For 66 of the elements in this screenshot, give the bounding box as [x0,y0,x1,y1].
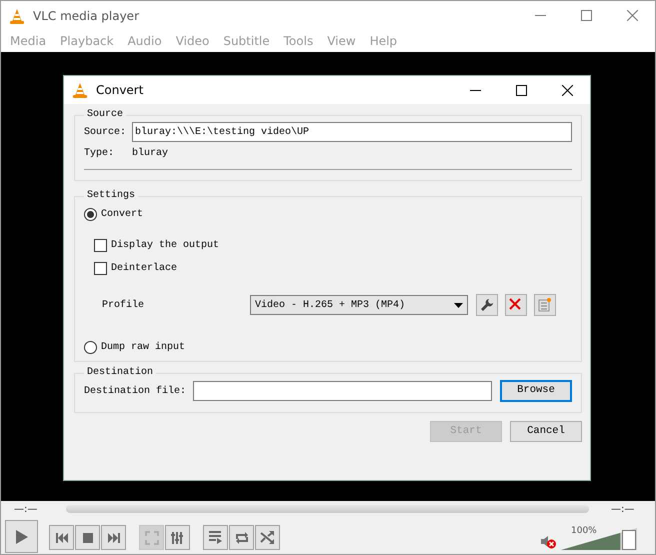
menu-item[interactable]: Audio [120,32,169,50]
close-icon [562,84,572,96]
equalizer-icon [170,530,184,544]
checkbox[interactable] [94,262,107,275]
field-label: Source: [84,126,128,140]
profile-dropdown[interactable]: Video - H.265 + MP3 (MP4) [250,295,468,315]
playlist-button[interactable] [203,525,228,550]
previous-button[interactable] [49,525,74,550]
play-button[interactable] [5,520,38,553]
edit-profile-button[interactable] [476,294,498,316]
stop-button[interactable] [75,525,100,550]
total-time: —:— [611,503,634,517]
menu-item[interactable]: Subtitle [216,32,277,50]
checkbox-label: Deinterlace [111,262,178,276]
vlc-cone-icon [72,82,88,98]
shuffle-button[interactable] [255,525,280,550]
shuffle-icon [260,530,275,545]
loop-icon [234,530,248,544]
menu-item[interactable]: Help [362,32,404,50]
next-button[interactable] [101,525,126,550]
menu-item[interactable]: Media [3,32,54,50]
group-label: Settings [86,191,136,201]
equalizer-button[interactable] [165,525,190,550]
mute-icon[interactable] [540,535,556,549]
next-icon [106,530,120,544]
playlist-icon [208,530,223,545]
volume-reading: 100% [571,525,597,538]
type-value: bluray [132,146,168,161]
menu-item[interactable]: Video [168,32,216,50]
field-label: Type: [84,147,116,161]
dialog-title: Convert [96,82,144,99]
vlc-cone-icon [9,8,25,24]
window-title: VLC media player [33,8,140,24]
delete-profile-button[interactable] [505,294,527,316]
stop-icon [80,530,94,544]
field-label: Destination file: [84,384,186,398]
previous-icon [54,530,68,544]
maximize-icon [516,84,526,96]
checkbox[interactable] [94,239,107,252]
fullscreen-icon [144,530,158,544]
profile-label: Profile [102,298,146,312]
list-icon [538,298,552,312]
volume-slider[interactable] [561,528,637,550]
menu-item[interactable]: View [320,32,363,50]
destination-field[interactable] [193,381,492,401]
radio-button[interactable] [84,341,97,354]
new-profile-button[interactable] [534,294,556,316]
menu-item[interactable]: Tools [276,32,320,50]
elapsed-time: —:— [14,503,38,517]
checkbox-label: Display the output [111,238,220,253]
source-field[interactable]: bluray:\\\E:\testing video\UP [132,122,572,142]
radio-label: Dump raw input [101,340,186,355]
browse-button[interactable]: Browse [500,380,572,402]
radio-button[interactable] [84,208,97,221]
group-label: Source [86,110,124,120]
radio-label: Convert [101,208,144,222]
close-icon [626,10,638,21]
caret-icon [454,302,463,308]
maximize-icon [580,10,592,21]
menu-item[interactable]: Playback [53,32,121,50]
delete-icon [509,298,523,312]
group-label: Destination [86,368,154,378]
dialog-button[interactable]: Cancel [510,421,582,442]
wrench-icon [480,298,494,312]
loop-button[interactable] [229,525,254,550]
volume-thumb[interactable] [622,530,636,550]
